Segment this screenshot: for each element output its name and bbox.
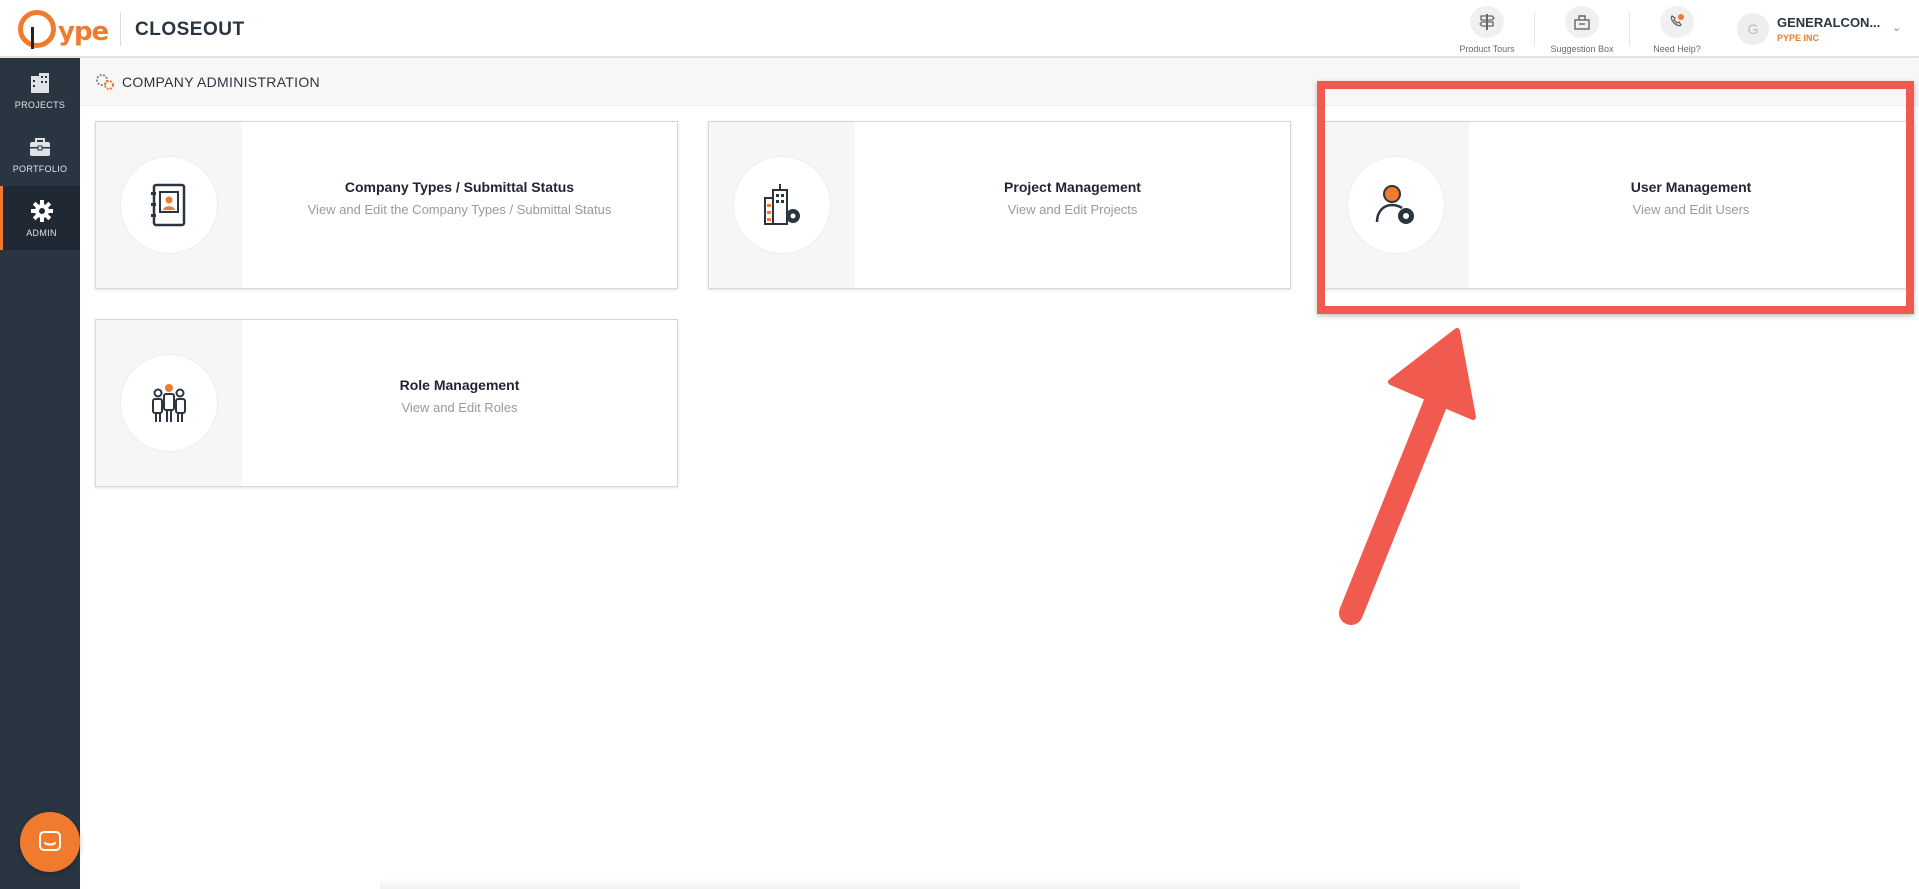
card-description: View and Edit the Company Types / Submit… (307, 202, 612, 217)
suggestion-box-icon (1565, 6, 1599, 38)
card-project-management[interactable]: Project Management View and Edit Project… (708, 121, 1291, 289)
sidebar: PROJECTS PORTFOLIO ADMIN (0, 58, 80, 889)
gears-icon (96, 74, 114, 90)
sidebar-item-label: PROJECTS (14, 99, 66, 110)
signpost-icon (1470, 6, 1504, 38)
top-header: ype CLOSEOUT Product Tours Suggestion Bo… (0, 0, 1919, 58)
app-title: CLOSEOUT (135, 19, 245, 40)
sidebar-item-label: PORTFOLIO (12, 163, 68, 174)
sidebar-item-admin[interactable]: ADMIN (0, 186, 80, 250)
avatar: G (1737, 13, 1769, 45)
card-title: Company Types / Submittal Status (344, 179, 575, 195)
card-icon-panel (96, 122, 242, 288)
sidebar-item-projects[interactable]: PROJECTS (0, 58, 80, 122)
sidebar-item-label: ADMIN (26, 227, 57, 238)
header-divider (120, 12, 121, 46)
card-icon-panel (709, 122, 855, 288)
annotation-highlight-box (1317, 81, 1914, 314)
header-actions: Product Tours Suggestion Box Need Help? (1440, 6, 1724, 54)
building-gear-icon (733, 156, 831, 254)
briefcase-icon (30, 137, 50, 156)
user-company: PYPE INC (1777, 33, 1820, 43)
product-tours-button[interactable]: Product Tours (1440, 6, 1534, 54)
card-icon-panel (96, 320, 242, 486)
chat-icon (39, 831, 61, 851)
card-company-types[interactable]: Company Types / Submittal Status View an… (95, 121, 678, 289)
pype-logo[interactable]: ype (18, 8, 109, 50)
need-help-label: Need Help? (1653, 44, 1701, 54)
phone-help-icon (1660, 6, 1694, 38)
chevron-down-icon: ⌄ (1892, 22, 1902, 34)
user-name: GENERALCON... (1777, 15, 1881, 30)
card-description: View and Edit Roles (401, 400, 518, 415)
building-icon (31, 72, 49, 93)
card-title: Project Management (1004, 179, 1141, 195)
card-description: View and Edit Projects (1007, 202, 1138, 217)
chat-launcher-button[interactable] (20, 812, 80, 872)
card-title: Role Management (399, 377, 520, 393)
need-help-button[interactable]: Need Help? (1630, 6, 1724, 54)
logo-text: ype (58, 17, 109, 47)
logo-mark (18, 10, 56, 49)
page-footer-shadow (380, 878, 1520, 889)
group-icon (120, 354, 218, 452)
sidebar-item-portfolio[interactable]: PORTFOLIO (0, 122, 80, 186)
product-tours-label: Product Tours (1459, 44, 1515, 54)
contact-book-icon (120, 156, 218, 254)
gear-icon (30, 199, 53, 222)
page-title: COMPANY ADMINISTRATION (122, 74, 320, 90)
suggestion-box-label: Suggestion Box (1550, 44, 1614, 54)
user-menu[interactable]: G GENERALCON... PYPE INC ⌄ (1737, 11, 1912, 47)
suggestion-box-button[interactable]: Suggestion Box (1535, 6, 1629, 54)
card-role-management[interactable]: Role Management View and Edit Roles (95, 319, 678, 487)
